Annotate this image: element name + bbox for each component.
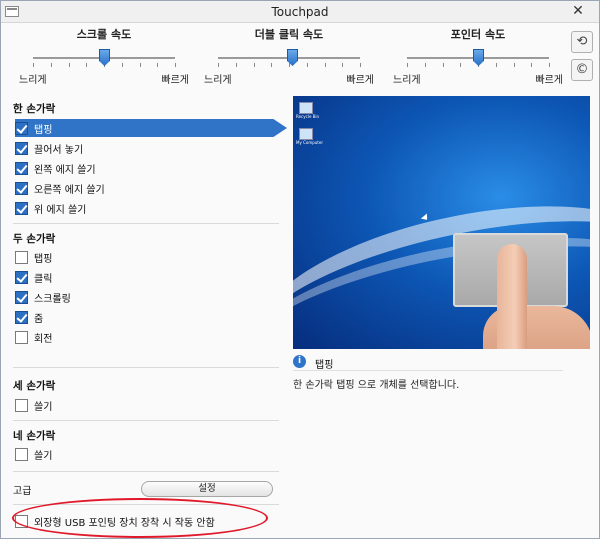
window-title: Touchpad [271,5,329,19]
checkbox[interactable] [15,141,28,155]
option-two-finger-scrolling[interactable]: 스크롤링 [15,288,277,306]
info-icon: i [293,355,306,368]
option-label: 쓸기 [34,401,53,413]
checkbox[interactable] [15,447,28,461]
option-label: 탭핑 [34,124,53,136]
checkbox[interactable] [15,270,28,284]
gesture-options-panel: 한 손가락 탭핑 끌어서 놓기 왼쪽 에지 쓸기 오른쪽 에지 쓸기 위 에지 … [7,95,287,535]
option-label: 끌어서 놓기 [34,144,84,156]
checkbox[interactable] [15,290,28,304]
info-description: 한 손가락 탭핑 으로 개체를 선택합니다. [293,380,460,391]
option-label: 스크롤링 [34,293,71,305]
one-finger-section-title: 한 손가락 [13,103,56,115]
option-four-finger-swipe[interactable]: 쓸기 [15,445,277,463]
divider [13,420,279,421]
option-two-finger-zoom[interactable]: 줌 [15,308,277,326]
scroll-speed-min-label: 느리게 [19,75,47,86]
three-finger-section-title: 세 손가락 [13,380,56,392]
double-click-speed-min-label: 느리게 [204,75,232,86]
checkbox[interactable] [15,181,28,195]
option-label: 회전 [34,333,53,345]
option-one-finger-tapping[interactable]: 탭핑 [15,119,287,137]
option-label: 왼쪽 에지 쓸기 [34,164,96,176]
divider [13,471,279,472]
computer-icon: My Computer [296,128,323,150]
option-label: 줌 [34,313,44,325]
divider [13,223,279,224]
finger-illustration [497,244,527,349]
about-icon[interactable]: © [571,59,593,81]
checkbox[interactable] [15,310,28,324]
pointer-speed-max-label: 빠르게 [535,75,563,86]
two-finger-section-title: 두 손가락 [13,233,56,245]
option-label: 클릭 [34,273,53,285]
option-right-edge-swipe[interactable]: 오른쪽 에지 쓸기 [15,179,277,197]
option-three-finger-swipe[interactable]: 쓸기 [15,396,277,414]
title-bar: Touchpad ✕ [1,1,599,23]
option-top-edge-swipe[interactable]: 위 에지 쓸기 [15,199,277,217]
info-title: 탭핑 [315,360,334,371]
checkbox[interactable] [15,121,28,135]
recycle-bin-icon: Recycle Bin [296,102,319,124]
pointer-speed-title: 포인터 속도 [450,28,506,41]
highlight-oval [12,498,268,538]
advanced-label: 고급 [13,486,32,497]
double-click-speed-slider-group: 더블 클릭 속도 느리게 빠르게 [204,25,374,87]
touchpad-window: Touchpad ✕ 스크롤 속도 느리게 빠르게 더블 클릭 속도 느리게 빠… [0,0,600,539]
checkbox[interactable] [15,201,28,215]
scroll-speed-max-label: 빠르게 [161,75,189,86]
four-finger-section-title: 네 손가락 [13,430,56,442]
option-two-finger-click[interactable]: 클릭 [15,268,277,286]
double-click-speed-max-label: 빠르게 [346,75,374,86]
gesture-info: i 탭핑 한 손가락 탭핑 으로 개체를 선택합니다. [293,353,590,393]
reset-icon[interactable]: ⟲ [571,31,593,53]
pointer-speed-min-label: 느리게 [393,75,421,86]
option-two-finger-tapping[interactable]: 탭핑 [15,248,277,266]
option-one-finger-drag[interactable]: 끌어서 놓기 [15,139,277,157]
gesture-preview-image: Recycle Bin My Computer [293,96,590,349]
option-label: 위 에지 쓸기 [34,204,87,216]
checkbox[interactable] [15,250,28,264]
speed-sliders: 스크롤 속도 느리게 빠르게 더블 클릭 속도 느리게 빠르게 포인터 속도 느… [1,23,563,89]
scroll-speed-slider-group: 스크롤 속도 느리게 빠르게 [19,25,189,87]
scroll-speed-title: 스크롤 속도 [76,28,132,41]
checkbox[interactable] [15,330,28,344]
double-click-speed-title: 더블 클릭 속도 [254,28,324,41]
option-left-edge-swipe[interactable]: 왼쪽 에지 쓸기 [15,159,277,177]
close-button[interactable]: ✕ [563,1,593,21]
checkbox[interactable] [15,161,28,175]
divider [13,367,279,368]
option-two-finger-rotate[interactable]: 회전 [15,328,277,346]
option-label: 오른쪽 에지 쓸기 [34,184,105,196]
option-label: 쓸기 [34,450,53,462]
settings-button[interactable]: 설정 [141,481,273,497]
option-label: 탭핑 [34,253,53,265]
pointer-speed-slider-group: 포인터 속도 느리게 빠르게 [393,25,563,87]
checkbox[interactable] [15,398,28,412]
